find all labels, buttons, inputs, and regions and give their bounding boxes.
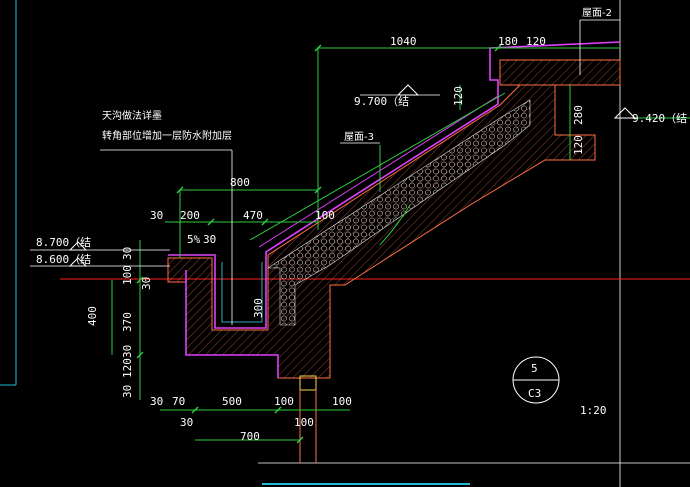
roof-2-label: 屋面-2 — [582, 7, 612, 19]
elevation-9700: 9.700（结 — [354, 95, 409, 108]
dim-120-left: 120 — [452, 86, 465, 106]
gutter-note-line2: 转角部位增加一层防水附加层 — [102, 129, 232, 142]
dim-30-v3: 30 — [121, 385, 134, 398]
dim-800: 800 — [230, 176, 250, 189]
dim-120-top: 120 — [526, 35, 546, 48]
dim-400: 400 — [86, 306, 99, 326]
dim-120-right: 120 — [572, 135, 585, 155]
dim-30-b: 30 — [203, 233, 216, 246]
dim-200: 200 — [180, 209, 200, 222]
scale-label: 1:20 — [580, 404, 607, 417]
dim-30-v: 30 — [140, 277, 153, 290]
gutter-note-line1: 天沟做法详墨 — [102, 109, 162, 122]
dim-120-v: 120 — [121, 358, 134, 378]
dim-180: 180 — [498, 35, 518, 48]
dim-30-a: 30 — [150, 209, 163, 222]
dim-30-e: 30 — [180, 416, 193, 429]
dim-500: 500 — [222, 395, 242, 408]
dim-1040: 1040 — [390, 35, 417, 48]
dim-70: 70 — [172, 395, 185, 408]
dim-100-b: 100 — [274, 395, 294, 408]
dim-100-d: 100 — [294, 416, 314, 429]
elevation-8600: 8.600（结 — [36, 253, 91, 266]
elevation-9420: 9.420（结 — [632, 112, 687, 125]
dim-30-c: 30 — [121, 247, 134, 260]
detail-sheet: C3 — [528, 387, 541, 400]
roof-3-label: 屋面-3 — [344, 131, 374, 143]
dim-700: 700 — [240, 430, 260, 443]
detail-number: 5 — [531, 362, 538, 375]
dim-370: 370 — [121, 312, 134, 332]
detail-drawing-canvas: 屋面-2 屋面-3 天沟做法详墨 转角部位增加一层防水附加层 5% 5 C3 1… — [0, 0, 690, 487]
dim-280: 280 — [572, 105, 585, 125]
dim-100-c: 100 — [332, 395, 352, 408]
slope-label: 5% — [187, 233, 201, 246]
dim-470: 470 — [243, 209, 263, 222]
elevation-8700: 8.700（结 — [36, 236, 91, 249]
dim-100-v: 100 — [121, 265, 134, 285]
dim-300: 300 — [252, 298, 265, 318]
dim-30-d: 30 — [150, 395, 163, 408]
dim-30-v2: 30 — [121, 345, 134, 358]
dim-100-a: 100 — [315, 209, 335, 222]
